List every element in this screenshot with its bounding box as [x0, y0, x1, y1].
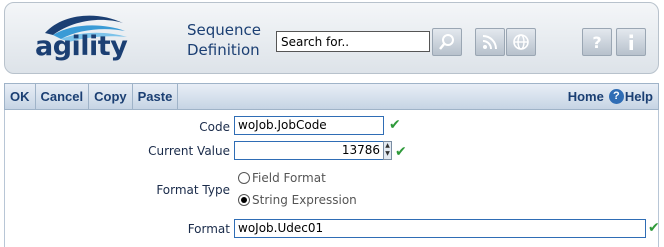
action-toolbar: OK Cancel Copy Paste Home ? Help [4, 83, 659, 110]
radio-string-expression-icon [238, 194, 250, 206]
paste-button[interactable]: Paste [133, 84, 179, 109]
rss-icon [482, 35, 497, 50]
radio-field-format[interactable]: Field Format [238, 171, 326, 185]
home-link[interactable]: Home [563, 84, 609, 109]
code-valid-check-icon: ✔ [389, 117, 401, 133]
copy-button[interactable]: Copy [89, 84, 133, 109]
current-value-valid-check-icon: ✔ [395, 144, 407, 160]
app-header: agility Sequence Definition ? [4, 2, 659, 74]
ok-button[interactable]: OK [5, 84, 36, 109]
web-button[interactable] [506, 28, 536, 56]
radio-string-expression[interactable]: String Expression [238, 193, 357, 207]
info-icon [629, 34, 633, 50]
search-button[interactable] [432, 28, 462, 56]
help-link[interactable]: ? Help [608, 84, 658, 109]
magnifier-icon [439, 34, 454, 50]
cancel-button[interactable]: Cancel [36, 84, 90, 109]
code-label: Code [199, 120, 230, 134]
current-value-field[interactable]: 13786 [234, 141, 384, 160]
spin-down-icon[interactable]: ▼ [384, 150, 391, 158]
globe-icon [513, 34, 529, 50]
logo-text: agility [35, 31, 128, 62]
format-field[interactable]: woJob.Udec01 [234, 219, 646, 238]
current-value-spinner[interactable]: ▲ ▼ [383, 141, 392, 160]
format-label: Format [187, 222, 230, 236]
help-button[interactable]: ? [582, 28, 612, 56]
format-type-label: Format Type [156, 183, 230, 197]
sequence-form: Code woJob.JobCode ✔ Current Value 13786… [4, 110, 660, 247]
svg-text:?: ? [592, 33, 601, 52]
page-title: Sequence Definition [187, 21, 261, 59]
format-valid-check-icon: ✔ [648, 220, 660, 236]
search-input[interactable] [276, 31, 430, 52]
spin-up-icon[interactable]: ▲ [384, 142, 391, 150]
question-icon: ? [592, 33, 601, 52]
current-value-label: Current Value [148, 144, 230, 158]
info-button[interactable] [616, 28, 646, 56]
radio-field-format-icon [238, 172, 250, 184]
radio-field-format-label: Field Format [252, 171, 326, 185]
rss-button[interactable] [475, 28, 505, 56]
radio-string-expression-label: String Expression [252, 193, 357, 207]
help-circle-icon: ? [608, 89, 624, 104]
help-link-label: Help [624, 89, 653, 104]
code-field[interactable]: woJob.JobCode [234, 116, 384, 135]
